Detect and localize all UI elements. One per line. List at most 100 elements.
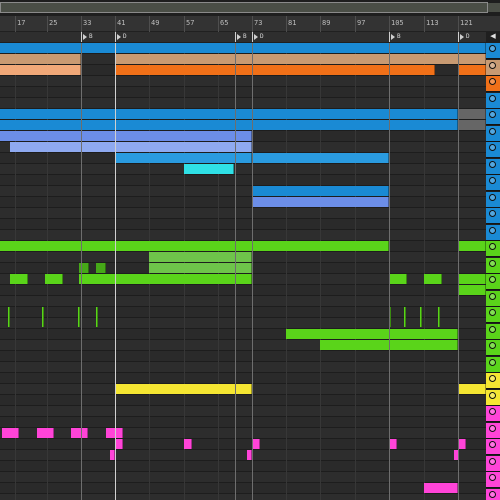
track-lane[interactable]	[0, 98, 486, 109]
track-lane[interactable]	[0, 197, 486, 208]
track-header[interactable]	[486, 488, 500, 500]
locator-marker[interactable]: D	[252, 32, 264, 42]
overview-visible-range[interactable]	[0, 2, 488, 13]
playhead[interactable]	[115, 43, 116, 500]
arrangement-clip[interactable]	[37, 428, 54, 438]
play-icon[interactable]	[489, 342, 496, 349]
track-header[interactable]	[486, 43, 500, 59]
arrangement-overview[interactable]	[0, 0, 500, 16]
track-header[interactable]	[486, 125, 500, 142]
track-lane[interactable]	[0, 296, 486, 307]
arrangement-clip[interactable]	[10, 142, 252, 152]
play-icon[interactable]	[489, 424, 496, 432]
arrangement-clip[interactable]	[149, 252, 252, 262]
track-lane[interactable]	[0, 417, 486, 428]
track-header[interactable]	[486, 191, 500, 208]
play-icon[interactable]	[489, 276, 496, 283]
track-lane[interactable]	[0, 406, 486, 417]
play-icon[interactable]	[489, 259, 496, 267]
arrangement-clip[interactable]	[286, 329, 458, 339]
track-header[interactable]	[486, 59, 500, 76]
play-icon[interactable]	[489, 210, 496, 217]
track-header[interactable]	[486, 274, 500, 290]
locator-marker[interactable]: B	[235, 32, 247, 42]
arrangement-clip[interactable]	[389, 274, 407, 284]
track-header[interactable]	[486, 307, 500, 323]
arrangement-view[interactable]	[0, 43, 486, 500]
play-icon[interactable]	[489, 474, 496, 481]
play-icon[interactable]	[489, 127, 496, 135]
arrangement-clip[interactable]	[184, 439, 192, 449]
arrangement-clip[interactable]	[0, 43, 486, 53]
track-header[interactable]	[486, 439, 500, 455]
arrangement-clip[interactable]	[458, 285, 486, 295]
track-header[interactable]	[486, 356, 500, 373]
track-header[interactable]	[486, 472, 500, 488]
play-icon[interactable]	[489, 490, 496, 498]
track-lane[interactable]	[0, 373, 486, 384]
arrangement-clip[interactable]	[71, 428, 88, 438]
track-lane[interactable]	[0, 230, 486, 241]
track-header[interactable]	[486, 142, 500, 158]
play-icon[interactable]	[489, 309, 496, 316]
arrangement-clip[interactable]	[115, 439, 123, 449]
arrangement-clip[interactable]	[115, 54, 486, 64]
play-icon[interactable]	[489, 358, 496, 366]
play-icon[interactable]	[489, 160, 496, 168]
track-lane[interactable]	[0, 461, 486, 472]
track-header[interactable]	[486, 389, 500, 406]
play-icon[interactable]	[489, 45, 496, 52]
locator-lane[interactable]: BDBDBD	[0, 32, 486, 43]
arrangement-clip[interactable]	[458, 241, 486, 251]
play-icon[interactable]	[489, 193, 496, 201]
track-lane[interactable]	[0, 362, 486, 373]
play-icon[interactable]	[489, 325, 496, 333]
arrangement-clip[interactable]	[96, 263, 106, 273]
track-lane[interactable]	[0, 76, 486, 87]
arrangement-clip[interactable]	[458, 65, 486, 75]
arrangement-clip[interactable]	[458, 274, 486, 284]
beat-time-ruler[interactable]: 17 25 33 41 49 57 65 73 81 89 97 105 113 121	[0, 16, 500, 32]
track-header[interactable]	[486, 422, 500, 439]
arrangement-clip[interactable]	[149, 263, 252, 273]
play-icon[interactable]	[489, 391, 496, 399]
group-icon[interactable]	[489, 375, 496, 382]
play-icon[interactable]	[489, 61, 496, 69]
group-icon[interactable]	[489, 243, 496, 250]
track-header[interactable]	[486, 92, 500, 109]
play-icon[interactable]	[489, 441, 496, 448]
locator-marker[interactable]: B	[389, 32, 401, 42]
track-lane[interactable]	[0, 164, 486, 175]
play-icon[interactable]	[489, 144, 496, 151]
track-lane[interactable]	[0, 219, 486, 230]
track-lane[interactable]	[0, 307, 486, 318]
arrangement-clip[interactable]	[458, 384, 486, 394]
track-lane[interactable]	[0, 483, 486, 494]
arrangement-clip[interactable]	[252, 197, 389, 207]
arrangement-clip[interactable]	[252, 186, 389, 196]
arrangement-clip[interactable]	[0, 241, 389, 251]
arrangement-clip[interactable]	[458, 439, 466, 449]
track-header[interactable]	[486, 290, 500, 307]
track-header[interactable]	[486, 224, 500, 241]
arrangement-clip[interactable]	[424, 274, 442, 284]
arrangement-clip[interactable]	[0, 65, 81, 75]
track-header[interactable]	[486, 241, 500, 257]
group-icon[interactable]	[489, 408, 496, 415]
arrangement-clip[interactable]	[252, 153, 389, 163]
arrangement-clip[interactable]	[115, 65, 435, 75]
track-lane[interactable]	[0, 186, 486, 197]
track-header[interactable]	[486, 76, 500, 92]
arrangement-clip[interactable]	[115, 384, 252, 394]
track-header[interactable]	[486, 208, 500, 224]
arrangement-clip[interactable]	[424, 483, 458, 493]
track-header[interactable]	[486, 158, 500, 175]
locator-marker[interactable]: D	[115, 32, 127, 42]
locator-marker[interactable]: B	[81, 32, 93, 42]
track-header[interactable]	[486, 340, 500, 356]
track-lane[interactable]	[0, 208, 486, 219]
group-icon[interactable]	[489, 94, 496, 102]
track-header[interactable]	[486, 373, 500, 389]
track-header[interactable]	[486, 257, 500, 274]
arrangement-clip[interactable]	[458, 109, 486, 119]
